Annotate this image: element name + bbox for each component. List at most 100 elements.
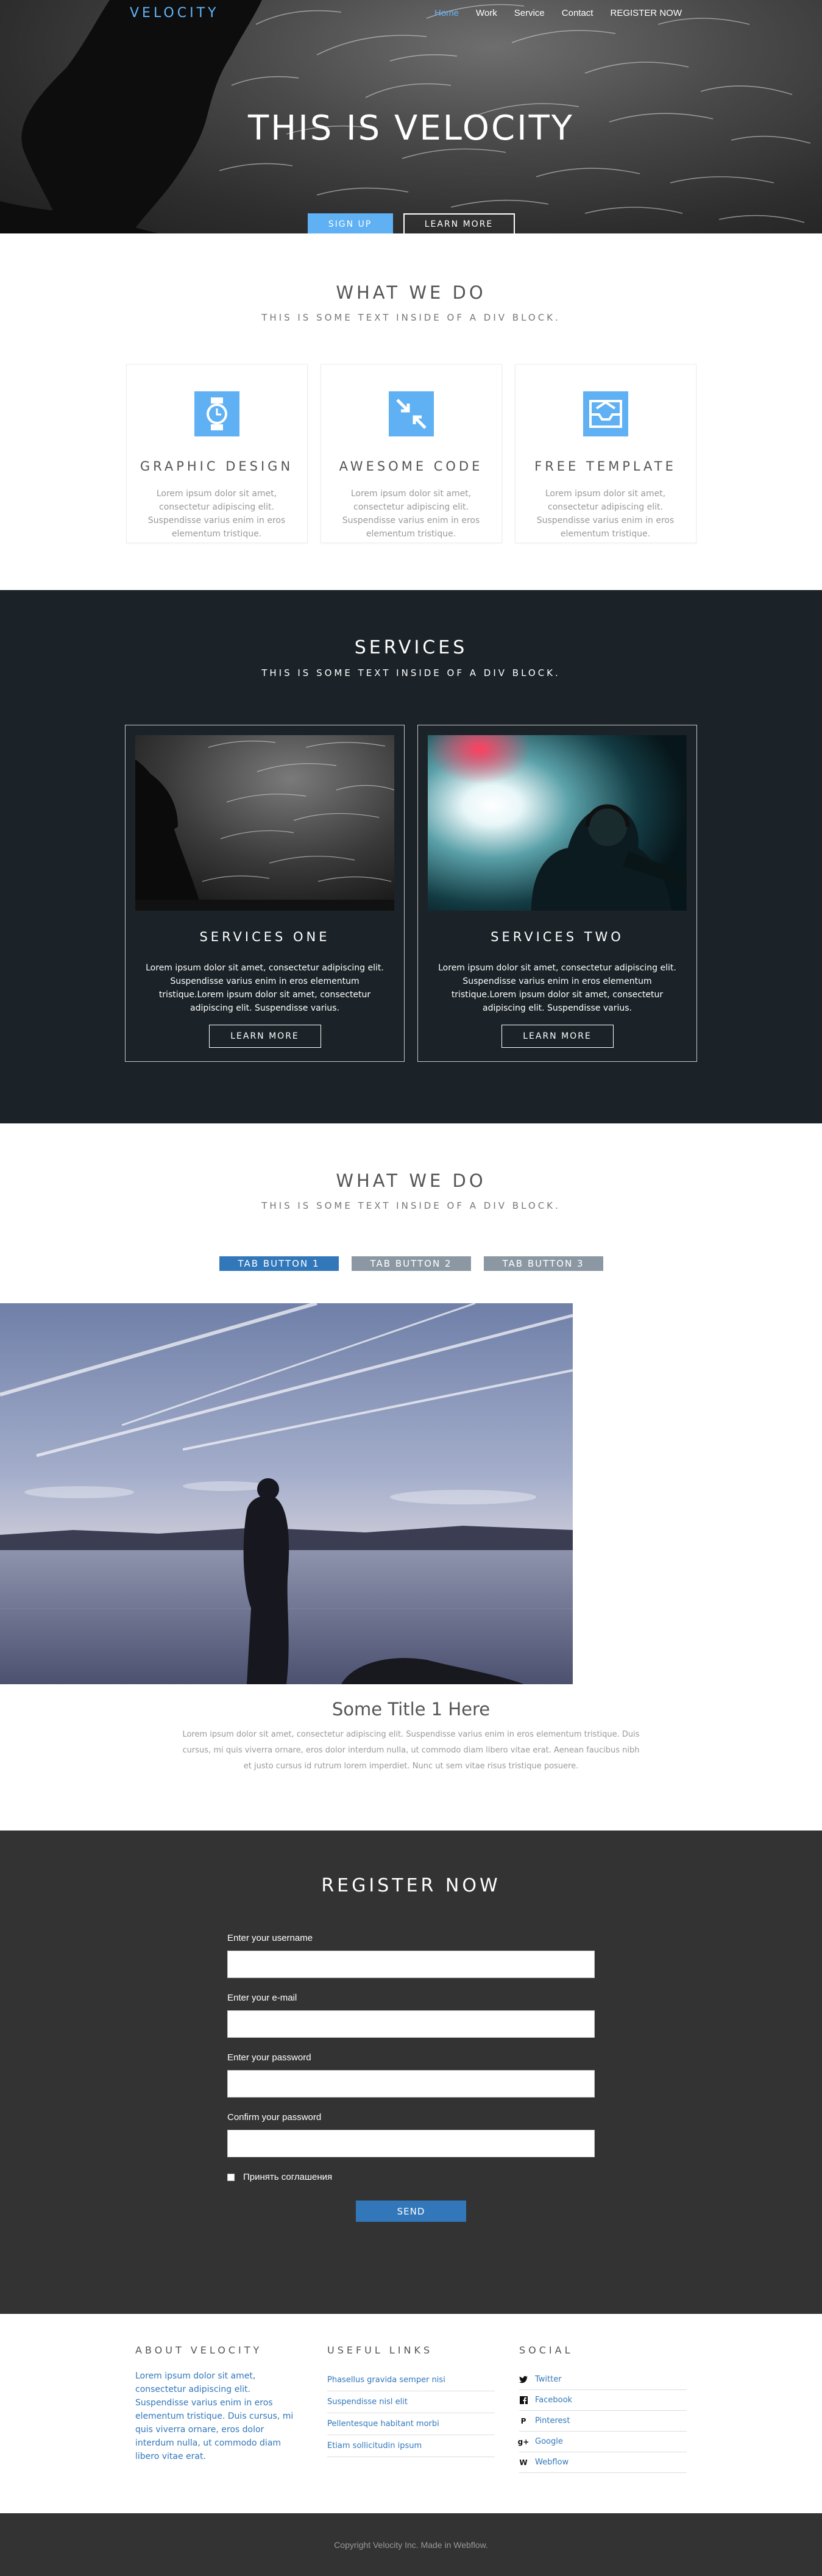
nav-links: Home Work Service Contact REGISTER NOW	[434, 8, 682, 18]
social-link-google[interactable]: g+ Google	[517, 2432, 687, 2452]
hero-buttons: SIGN UP LEARN MORE	[0, 213, 822, 233]
register-form: Enter your username Enter your e-mail En…	[227, 1933, 595, 2222]
social-link-pinterest[interactable]: P Pinterest	[519, 2411, 687, 2432]
what-we-do-section: WHAT WE DO THIS IS SOME TEXT INSIDE OF A…	[0, 233, 822, 590]
learn-more-button[interactable]: LEARN MORE	[208, 1025, 321, 1048]
hero-section: VELOCITY Home Work Service Contact REGIS…	[0, 0, 822, 233]
service-text: Lorem ipsum dolor sit amet, consectetur …	[438, 963, 676, 1013]
register-section: REGISTER NOW Enter your username Enter y…	[0, 1831, 822, 2314]
footer-link[interactable]: Phasellus gravida semper nisi	[327, 2369, 495, 2391]
nav-link-work[interactable]: Work	[476, 8, 497, 18]
send-button[interactable]: SEND	[356, 2201, 466, 2222]
nav-link-home[interactable]: Home	[434, 8, 459, 18]
social-label: Pinterest	[535, 2416, 570, 2425]
agreement-checkbox[interactable]	[227, 2173, 235, 2181]
feature-text: Lorem ipsum dolor sit amet, consectetur …	[536, 489, 675, 539]
services-section: SERVICES THIS IS SOME TEXT INSIDE OF A D…	[0, 590, 822, 1123]
tab-button-1[interactable]: TAB BUTTON 1	[219, 1256, 339, 1271]
nav-link-register[interactable]: REGISTER NOW	[610, 8, 682, 18]
sign-up-button[interactable]: SIGN UP	[307, 213, 393, 233]
learn-more-button[interactable]: LEARN MORE	[501, 1025, 614, 1048]
email-field-group: Enter your e-mail	[227, 1993, 595, 2038]
top-nav: VELOCITY Home Work Service Contact REGIS…	[0, 0, 822, 28]
pinterest-icon: P	[520, 2416, 526, 2425]
learn-more-button[interactable]: LEARN MORE	[403, 213, 515, 233]
section-subtitle: THIS IS SOME TEXT INSIDE OF A DIV BLOCK.	[261, 1200, 561, 1211]
tab-button-3[interactable]: TAB BUTTON 3	[483, 1256, 603, 1271]
username-field-group: Enter your username	[227, 1933, 595, 1978]
footer-about-title: ABOUT VELOCITY	[135, 2344, 263, 2356]
confirm-password-field-group: Confirm your password	[227, 2112, 595, 2157]
password-input[interactable]	[227, 2070, 595, 2097]
password-label: Enter your password	[227, 2052, 311, 2063]
star-trails-image	[135, 735, 395, 911]
tab-content-title: Some Title 1 Here	[331, 1699, 491, 1720]
footer-about: ABOUT VELOCITY Lorem ipsum dolor sit ame…	[135, 2344, 303, 2473]
feature-card: GRAPHIC DESIGN Lorem ipsum dolor sit ame…	[126, 364, 308, 543]
section-title: WHAT WE DO	[336, 282, 486, 303]
google-plus-icon: g+	[517, 2437, 530, 2446]
email-input[interactable]	[227, 2010, 595, 2038]
footer-links: USEFUL LINKS Phasellus gravida semper ni…	[327, 2344, 495, 2473]
service-text: Lorem ipsum dolor sit amet, consectetur …	[146, 963, 384, 1013]
footer-columns: ABOUT VELOCITY Lorem ipsum dolor sit ame…	[0, 2344, 822, 2473]
nav-link-contact[interactable]: Contact	[562, 8, 593, 18]
hero-title: THIS IS VELOCITY	[247, 109, 575, 148]
tab-bar: TAB BUTTON 1 TAB BUTTON 2 TAB BUTTON 3	[0, 1256, 822, 1271]
social-link-webflow[interactable]: W Webflow	[519, 2452, 687, 2473]
feature-text: Lorem ipsum dolor sit amet, consectetur …	[147, 489, 286, 539]
social-label: Facebook	[535, 2396, 573, 2405]
footer-links-title: USEFUL LINKS	[327, 2344, 433, 2356]
username-input[interactable]	[227, 1951, 595, 1978]
webflow-icon: W	[519, 2458, 528, 2467]
footer-link[interactable]: Etiam sollicitudin ipsum	[327, 2435, 495, 2457]
brand-logo[interactable]: VELOCITY	[130, 5, 219, 21]
dj-concert-image	[428, 735, 687, 911]
agreement-label: Принять соглашения	[243, 2172, 333, 2182]
footer-social-title: SOCIAL	[519, 2344, 573, 2356]
facebook-icon	[519, 2396, 528, 2405]
footer-about-text: Lorem ipsum dolor sit amet, consectetur …	[135, 2371, 294, 2461]
section-title: REGISTER NOW	[321, 1875, 501, 1896]
username-label: Enter your username	[227, 1933, 313, 1943]
service-card: SERVICES TWO Lorem ipsum dolor sit amet,…	[417, 725, 697, 1062]
confirm-password-input[interactable]	[227, 2130, 595, 2157]
feature-text: Lorem ipsum dolor sit amet, consectetur …	[342, 489, 480, 539]
footer-link[interactable]: Pellentesque habitant morbi	[327, 2413, 495, 2435]
confirm-password-label: Confirm your password	[227, 2112, 322, 2122]
watch-icon	[194, 391, 239, 436]
social-link-twitter[interactable]: Twitter	[519, 2369, 687, 2390]
feature-card: FREE TEMPLATE Lorem ipsum dolor sit amet…	[514, 364, 696, 543]
tab-content-text: Lorem ipsum dolor sit amet, consectetur …	[182, 1730, 640, 1771]
nav-link-service[interactable]: Service	[514, 8, 545, 18]
inbox-tray-icon	[583, 391, 628, 436]
feature-title: GRAPHIC DESIGN	[140, 459, 294, 474]
footer-social: SOCIAL Twitter Facebook P Pinterest g+ G…	[517, 2344, 687, 2473]
compress-arrows-icon	[388, 391, 434, 436]
social-label: Google	[535, 2437, 563, 2446]
social-label: Webflow	[535, 2458, 569, 2467]
lake-man-image	[0, 1301, 573, 1684]
feature-row: GRAPHIC DESIGN Lorem ipsum dolor sit ame…	[0, 364, 822, 543]
services-row: SERVICES ONE Lorem ipsum dolor sit amet,…	[0, 725, 822, 1062]
email-label: Enter your e-mail	[227, 1993, 297, 2003]
section-title: WHAT WE DO	[336, 1170, 486, 1191]
service-title: SERVICES ONE	[199, 930, 330, 944]
service-title: SERVICES TWO	[491, 930, 624, 944]
section-subtitle: THIS IS SOME TEXT INSIDE OF A DIV BLOCK.	[261, 667, 561, 678]
feature-title: FREE TEMPLATE	[534, 459, 676, 474]
copyright-bar: Copyright Velocity Inc. Made in Webflow.	[0, 2513, 822, 2576]
agreement-checkbox-row[interactable]: Принять соглашения	[227, 2172, 595, 2182]
password-field-group: Enter your password	[227, 2052, 595, 2097]
section-subtitle: THIS IS SOME TEXT INSIDE OF A DIV BLOCK.	[261, 312, 561, 323]
footer: ABOUT VELOCITY Lorem ipsum dolor sit ame…	[0, 2314, 822, 2513]
social-link-facebook[interactable]: Facebook	[519, 2390, 687, 2411]
service-card: SERVICES ONE Lorem ipsum dolor sit amet,…	[125, 725, 405, 1062]
tab-button-2[interactable]: TAB BUTTON 2	[351, 1256, 471, 1271]
social-label: Twitter	[535, 2375, 562, 2384]
copyright-text: Copyright Velocity Inc. Made in Webflow.	[334, 2539, 488, 2550]
footer-link[interactable]: Suspendisse nisl elit	[327, 2391, 495, 2413]
tabs-section: WHAT WE DO THIS IS SOME TEXT INSIDE OF A…	[0, 1123, 822, 1831]
feature-title: AWESOME CODE	[339, 459, 483, 474]
feature-card: AWESOME CODE Lorem ipsum dolor sit amet,…	[320, 364, 502, 543]
